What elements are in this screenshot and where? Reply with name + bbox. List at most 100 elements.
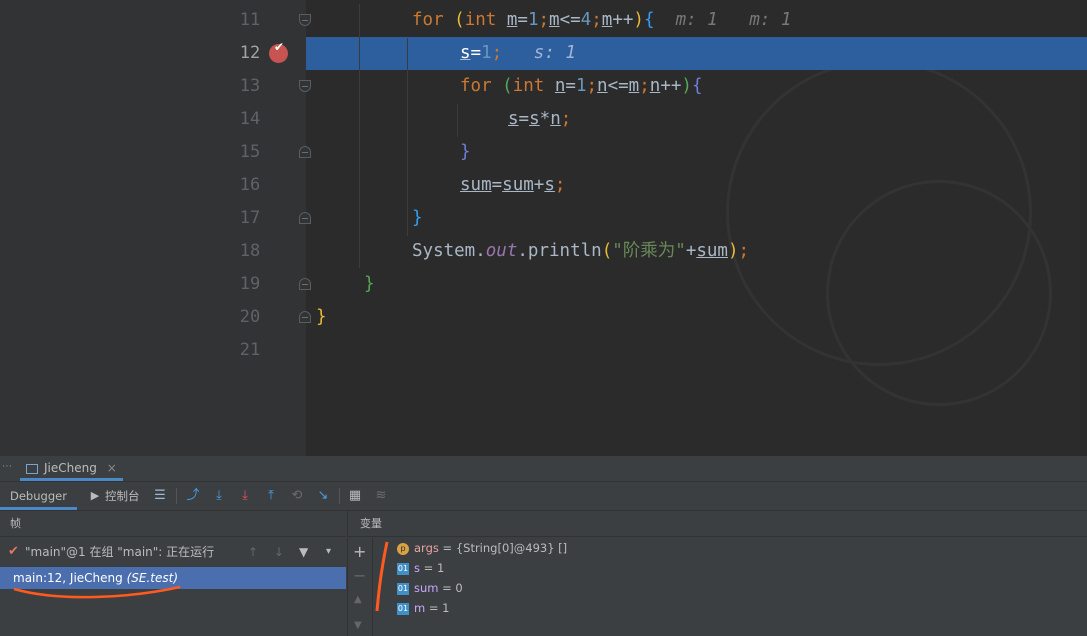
inline-debug-value: m: 1 bbox=[675, 10, 718, 30]
number: 1 bbox=[575, 76, 587, 96]
code-line-18[interactable]: System.out.println("阶乘为"+sum); bbox=[412, 235, 749, 268]
brace: } bbox=[412, 208, 423, 228]
brace: { bbox=[691, 76, 703, 96]
brace: } bbox=[364, 274, 375, 294]
paren: ) bbox=[633, 10, 644, 30]
code-line-17[interactable]: } bbox=[412, 202, 423, 235]
line-number: 16 bbox=[239, 175, 261, 195]
line-number: 18 bbox=[239, 241, 261, 261]
line-number: 20 bbox=[239, 307, 261, 327]
paren: ) bbox=[681, 76, 692, 96]
execution-point-highlight bbox=[306, 37, 1087, 70]
code-line-12[interactable]: s=1; s: 1 bbox=[460, 37, 576, 70]
number: 4 bbox=[580, 10, 592, 30]
fold-close-icon[interactable] bbox=[299, 311, 311, 323]
semicolon: ; bbox=[639, 76, 650, 96]
operator: = bbox=[470, 43, 482, 63]
left-tool-strip bbox=[0, 0, 228, 456]
keyword: int bbox=[512, 76, 545, 96]
variable: n bbox=[597, 76, 608, 96]
variable: sum bbox=[502, 175, 534, 195]
variable: s bbox=[460, 43, 471, 63]
semicolon: ; bbox=[738, 241, 750, 261]
variable: n bbox=[554, 76, 566, 96]
line-number: 14 bbox=[239, 109, 261, 129]
keyword: for bbox=[412, 10, 444, 30]
line-number-current: 12 bbox=[239, 43, 261, 63]
inline-debug-value: s: 1 bbox=[533, 43, 576, 63]
number: 1 bbox=[481, 43, 492, 63]
brace: } bbox=[460, 142, 471, 162]
code-line-15[interactable]: } bbox=[460, 136, 471, 169]
operator: = bbox=[518, 109, 530, 129]
fold-open-icon[interactable] bbox=[299, 14, 311, 26]
operator: + bbox=[685, 241, 697, 261]
underline-annotation bbox=[13, 585, 181, 599]
variable: m bbox=[601, 10, 613, 30]
fold-close-icon[interactable] bbox=[299, 146, 311, 158]
paren: ) bbox=[727, 241, 739, 261]
brace: { bbox=[643, 10, 655, 30]
operator: = bbox=[517, 10, 528, 30]
operator: + bbox=[533, 175, 545, 195]
line-number: 19 bbox=[239, 274, 261, 294]
variable: s bbox=[508, 109, 519, 129]
variable: s bbox=[529, 109, 540, 129]
fold-close-icon[interactable] bbox=[299, 278, 311, 290]
operator: * bbox=[539, 109, 551, 129]
indent-guide bbox=[359, 4, 360, 268]
indent-guide bbox=[457, 104, 458, 137]
operator: <= bbox=[559, 10, 581, 30]
code-line-11[interactable]: for (int m=1;m<=4;m++){ m: 1 m: 1 bbox=[412, 4, 791, 37]
semicolon: ; bbox=[538, 10, 550, 30]
variable: sum bbox=[460, 175, 492, 195]
line-number: 13 bbox=[239, 76, 261, 96]
paren: ( bbox=[454, 10, 465, 30]
breakpoint-icon[interactable] bbox=[269, 40, 288, 63]
line-number: 11 bbox=[239, 10, 261, 30]
paren: ( bbox=[502, 76, 513, 96]
code-line-13[interactable]: for (int n=1;n<=m;n++){ bbox=[460, 70, 702, 103]
variable: n bbox=[649, 76, 661, 96]
semicolon: ; bbox=[554, 175, 566, 195]
background-decoration bbox=[826, 180, 1052, 406]
semicolon: ; bbox=[560, 109, 572, 129]
inline-debug-value: m: 1 bbox=[749, 10, 792, 30]
code-line-14[interactable]: s=s*n; bbox=[508, 103, 571, 136]
mark-annotation bbox=[375, 541, 389, 612]
semicolon: ; bbox=[586, 76, 598, 96]
static-field: out bbox=[485, 241, 518, 261]
background-decoration bbox=[30, 40, 196, 206]
operator: = bbox=[491, 175, 503, 195]
variable: sum bbox=[696, 241, 728, 261]
method-name: println bbox=[527, 241, 602, 261]
fold-close-icon[interactable] bbox=[299, 212, 311, 224]
keyword: for bbox=[460, 76, 492, 96]
variable: m bbox=[549, 10, 560, 30]
semicolon: ; bbox=[591, 10, 602, 30]
brace: } bbox=[316, 307, 327, 327]
number: 1 bbox=[527, 10, 539, 30]
class-name: System bbox=[412, 241, 476, 261]
variable: s bbox=[544, 175, 555, 195]
annotation-overlay bbox=[13, 541, 389, 612]
line-number: 21 bbox=[239, 340, 261, 360]
paren: ( bbox=[601, 241, 613, 261]
code-line-19[interactable]: } bbox=[364, 268, 375, 301]
fold-open-icon[interactable] bbox=[299, 80, 311, 92]
keyword: int bbox=[464, 10, 497, 30]
code-line-20[interactable]: } bbox=[316, 301, 327, 334]
operator: ++ bbox=[660, 76, 682, 96]
code-line-16[interactable]: sum=sum+s; bbox=[460, 169, 565, 202]
string-literal: "阶乘为" bbox=[612, 241, 686, 261]
dot: . bbox=[475, 241, 486, 261]
line-number: 15 bbox=[239, 142, 261, 162]
dot: . bbox=[517, 241, 528, 261]
indent-guide bbox=[407, 38, 408, 236]
line-number: 17 bbox=[239, 208, 261, 228]
debug-tool-window: ⋯ JieCheng × Debugger ▶ 控制台 ☰ ⤴ ⤓ ⤓ ⤒ ⟲ … bbox=[0, 456, 1087, 636]
variable: m bbox=[506, 10, 518, 30]
operator: = bbox=[565, 76, 576, 96]
variable: n bbox=[550, 109, 561, 129]
variable: m bbox=[628, 76, 640, 96]
